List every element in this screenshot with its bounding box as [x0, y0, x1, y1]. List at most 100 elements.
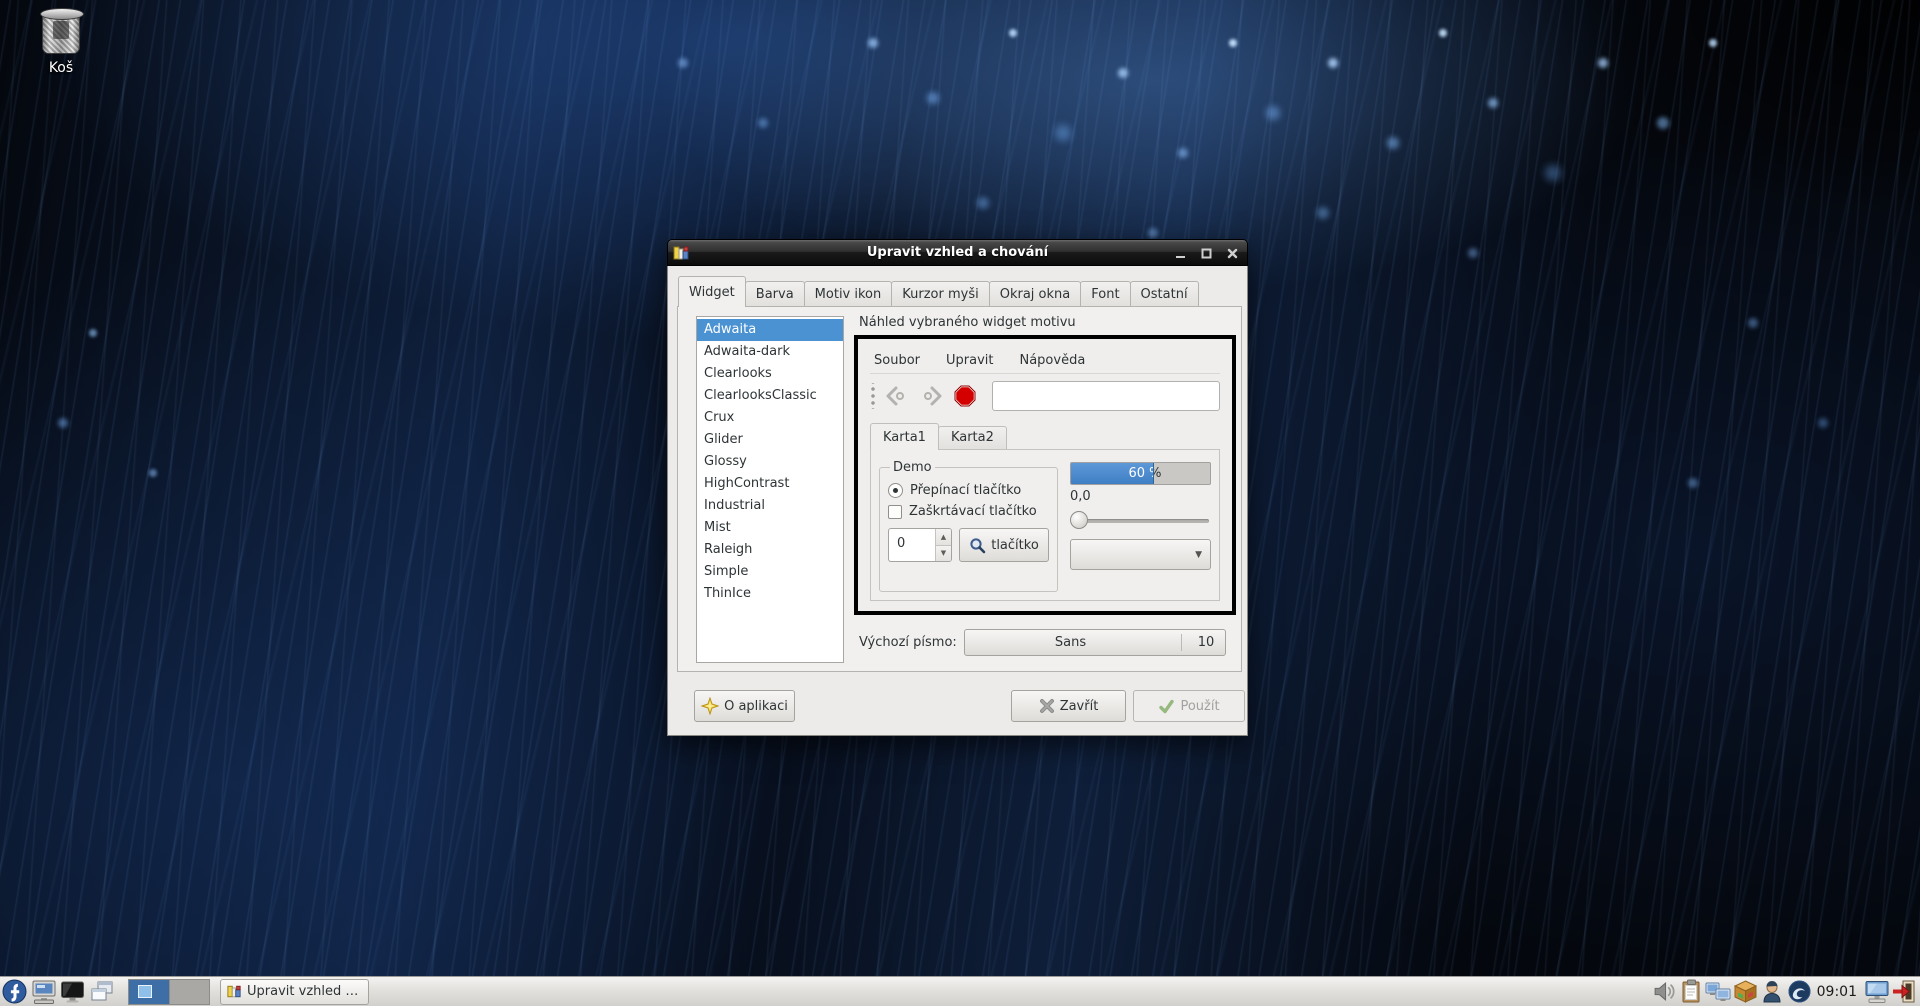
swirl-applet-icon[interactable] [1786, 978, 1813, 1006]
menu-soubor[interactable]: Soubor [874, 353, 920, 368]
tab-motiv-ikon[interactable]: Motiv ikon [804, 281, 893, 307]
radio-label: Přepínací tlačítko [910, 483, 1021, 498]
taskbar: Upravit vzhled a ... 09:01 [0, 976, 1920, 1006]
apply-button[interactable]: Použít [1133, 690, 1245, 722]
main-tabstrip: Widget Barva Motiv ikon Kurzor myši Okra… [678, 276, 1198, 307]
taskbar-window-button[interactable]: Upravit vzhled a ... [220, 979, 369, 1005]
spin-up-icon[interactable]: ▲ [936, 529, 951, 545]
tab-widget[interactable]: Widget [678, 276, 746, 307]
theme-list-item[interactable]: Raleigh [697, 539, 843, 561]
preview-toolbar [870, 374, 1220, 416]
desktop-icon-trash[interactable]: Koš [26, 12, 96, 76]
network-computers-icon[interactable] [1705, 978, 1732, 1006]
preview-tabstrip: Karta1 Karta2 [870, 423, 1220, 450]
theme-list-item[interactable]: Adwaita [697, 319, 843, 341]
combo-arrow-icon: ▼ [1195, 550, 1202, 560]
combo-box[interactable]: ▼ [1070, 539, 1211, 570]
trash-icon [42, 12, 80, 54]
theme-list-item[interactable]: HighContrast [697, 473, 843, 495]
radio-button[interactable] [888, 483, 903, 498]
menu-upravit[interactable]: Upravit [946, 353, 993, 368]
volume-icon[interactable] [1651, 978, 1678, 1006]
workspace-1[interactable] [129, 980, 169, 1004]
preview-tab-karta2[interactable]: Karta2 [938, 426, 1007, 450]
font-select-button[interactable]: Sans 10 [964, 629, 1226, 656]
tab-font[interactable]: Font [1080, 281, 1130, 307]
minimize-icon[interactable] [1174, 247, 1187, 260]
default-font-label: Výchozí písmo: [859, 629, 957, 656]
about-button-label: O aplikaci [724, 699, 788, 714]
demo-legend: Demo [890, 460, 935, 475]
demo-button[interactable]: tlačítko [959, 528, 1049, 562]
theme-list-item[interactable]: Simple [697, 561, 843, 583]
spin-button[interactable]: 0 ▲ ▼ [888, 528, 952, 562]
about-button[interactable]: O aplikaci [694, 690, 795, 722]
checkbox[interactable] [888, 505, 902, 519]
theme-list-item[interactable]: ClearlooksClassic [697, 385, 843, 407]
close-button-label: Zavřít [1060, 699, 1099, 714]
star-icon [701, 697, 719, 715]
theme-list-item[interactable]: Adwaita-dark [697, 341, 843, 363]
back-icon[interactable] [882, 382, 912, 410]
appearance-dialog: Upravit vzhled a chování Widget Barva Mo… [667, 239, 1248, 736]
tab-ostatni[interactable]: Ostatní [1130, 281, 1199, 307]
theme-list[interactable]: Adwaita Adwaita-dark Clearlooks Clearloo… [696, 316, 844, 663]
demo-right-column: 60 % 60 % 0,0 [1070, 460, 1211, 592]
slider-track [1072, 519, 1209, 523]
coordinate-label: 0,0 [1070, 489, 1211, 504]
close-icon[interactable] [1226, 247, 1239, 260]
titlebar[interactable]: Upravit vzhled a chování [667, 239, 1248, 266]
demo-button-label: tlačítko [991, 538, 1039, 553]
tab-okraj-okna[interactable]: Okraj okna [989, 281, 1082, 307]
forward-icon[interactable] [916, 382, 946, 410]
spin-value: 0 [889, 529, 935, 561]
stop-icon[interactable] [950, 382, 980, 410]
user-icon[interactable] [1759, 978, 1786, 1006]
preview-tab-karta1[interactable]: Karta1 [870, 423, 939, 450]
clipboard-icon[interactable] [1678, 978, 1705, 1006]
theme-list-item[interactable]: Glider [697, 429, 843, 451]
tab-kurzor-mysi[interactable]: Kurzor myši [891, 281, 989, 307]
toolbar-drag-handle-icon[interactable] [870, 383, 876, 409]
display-settings-icon[interactable] [58, 978, 87, 1006]
theme-list-item[interactable]: Clearlooks [697, 363, 843, 385]
menu-napoveda[interactable]: Nápověda [1019, 353, 1085, 368]
wallpaper-bokeh-dots [0, 0, 6, 6]
close-button[interactable]: Zavřít [1011, 690, 1126, 722]
workspace-switcher[interactable] [128, 979, 210, 1005]
trash-label: Koš [26, 60, 96, 76]
workspace-2[interactable] [169, 980, 209, 1004]
logout-icon[interactable] [1890, 978, 1917, 1006]
window-title: Upravit vzhled a chování [668, 245, 1247, 260]
progress-bar: 60 % 60 % [1070, 462, 1211, 485]
tab-barva[interactable]: Barva [745, 281, 805, 307]
taskbar-window-label: Upravit vzhled a ... [247, 984, 362, 999]
maximize-icon[interactable] [1200, 247, 1213, 260]
workspace-window-thumb [138, 985, 152, 998]
clock[interactable]: 09:01 [1817, 984, 1857, 1000]
terminal-launcher-icon[interactable] [29, 978, 58, 1006]
windows-cascade-icon[interactable] [87, 978, 116, 1006]
preview-text-entry[interactable] [992, 381, 1220, 411]
notebook-page-widget: Adwaita Adwaita-dark Clearlooks Clearloo… [677, 306, 1242, 672]
theme-list-item[interactable]: ThinIce [697, 583, 843, 605]
desktop: Koš Upravit vzhled a chování Widget Barv… [0, 0, 1920, 1006]
theme-list-item[interactable]: Mist [697, 517, 843, 539]
theme-list-item[interactable]: Industrial [697, 495, 843, 517]
theme-list-item[interactable]: Crux [697, 407, 843, 429]
preview-menubar: Soubor Upravit Nápověda [870, 347, 1220, 374]
spin-down-icon[interactable]: ▼ [936, 545, 951, 562]
theme-preview-frame: Soubor Upravit Nápověda [854, 335, 1236, 615]
slider-knob[interactable] [1070, 511, 1088, 529]
checkbox-label: Zaškrtávací tlačítko [909, 504, 1037, 519]
slider[interactable] [1070, 510, 1211, 530]
close-x-icon [1039, 698, 1055, 714]
display-tray-icon[interactable] [1863, 978, 1890, 1006]
demo-frame: Demo Přepínací tlačítko Zaškrtávací tlač… [879, 460, 1058, 592]
font-family-value: Sans [965, 635, 1176, 650]
fedora-menu-icon[interactable] [0, 978, 29, 1006]
theme-list-item[interactable]: Glossy [697, 451, 843, 473]
dialog-body: Widget Barva Motiv ikon Kurzor myši Okra… [667, 266, 1248, 736]
font-size-value: 10 [1187, 635, 1225, 650]
package-icon[interactable] [1732, 978, 1759, 1006]
